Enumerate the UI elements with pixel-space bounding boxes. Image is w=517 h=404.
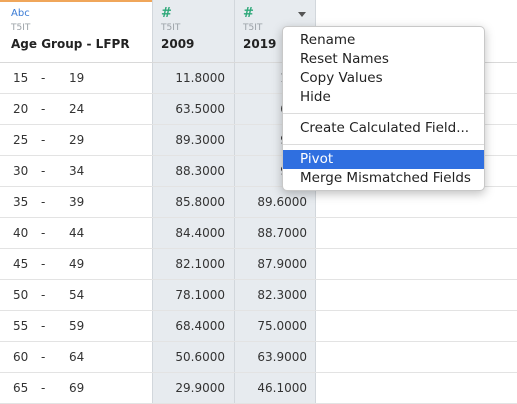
value-2019-cell[interactable]: 89.6000 — [235, 187, 307, 217]
value-2009-cell[interactable]: 84.4000 — [153, 218, 225, 248]
age-separator: - — [41, 226, 46, 240]
age-low: 25 — [13, 133, 29, 147]
menu-item-hide[interactable]: Hide — [283, 88, 484, 107]
string-type-icon: Abc — [11, 8, 30, 19]
age-high: 39 — [69, 195, 85, 209]
age-high: 24 — [69, 102, 85, 116]
menu-item-reset-names[interactable]: Reset Names — [283, 50, 484, 69]
age-low: 45 — [13, 257, 29, 271]
age-high: 19 — [69, 71, 85, 85]
value-2019-cell[interactable]: 87.9000 — [235, 249, 307, 279]
value-2009-cell[interactable]: 85.8000 — [153, 187, 225, 217]
source-label: T5IT — [11, 23, 31, 33]
age-separator: - — [41, 350, 46, 364]
age-group-cell[interactable]: 20- 24 — [13, 94, 153, 124]
age-separator: - — [41, 133, 46, 147]
value-2019-cell[interactable]: 63.9000 — [235, 342, 307, 372]
age-high: 44 — [69, 226, 85, 240]
value-2019-cell[interactable]: 75.0000 — [235, 311, 307, 341]
age-group-cell[interactable]: 15- 19 — [13, 63, 153, 93]
context-menu: Rename Reset Names Copy Values Hide Create C… — [282, 26, 485, 191]
value-2009-cell[interactable]: 89.3000 — [153, 125, 225, 155]
age-separator: - — [41, 195, 46, 209]
age-separator: - — [41, 257, 46, 271]
age-low: 50 — [13, 288, 29, 302]
table-row: 55- 59 68.4000 75.0000 — [0, 311, 517, 342]
age-group-cell[interactable]: 60- 64 — [13, 342, 153, 372]
age-high: 64 — [69, 350, 85, 364]
menu-item-rename[interactable]: Rename — [283, 31, 484, 50]
menu-separator — [283, 144, 484, 145]
age-separator: - — [41, 319, 46, 333]
menu-item-merge-mismatched-fields[interactable]: Merge Mismatched Fields — [283, 169, 484, 188]
value-2009-cell[interactable]: 63.5000 — [153, 94, 225, 124]
age-low: 20 — [13, 102, 29, 116]
age-group-cell[interactable]: 40- 44 — [13, 218, 153, 248]
menu-item-pivot[interactable]: Pivot — [283, 150, 484, 169]
table-row: 40- 44 84.4000 88.7000 — [0, 218, 517, 249]
age-group-cell[interactable]: 45- 49 — [13, 249, 153, 279]
age-group-cell[interactable]: 65- 69 — [13, 373, 153, 403]
number-type-icon: # — [161, 6, 172, 21]
header-age-group[interactable]: Abc T5IT Age Group - LFPR — [0, 0, 152, 62]
menu-item-copy-values[interactable]: Copy Values — [283, 69, 484, 88]
value-2009-cell[interactable]: 50.6000 — [153, 342, 225, 372]
age-low: 35 — [13, 195, 29, 209]
menu-separator — [283, 113, 484, 114]
age-high: 34 — [69, 164, 85, 178]
age-separator: - — [41, 102, 46, 116]
age-group-cell[interactable]: 50- 54 — [13, 280, 153, 310]
value-2009-cell[interactable]: 68.4000 — [153, 311, 225, 341]
table-row: 35- 39 85.8000 89.6000 — [0, 187, 517, 218]
field-name: 2009 — [161, 37, 195, 51]
age-separator: - — [41, 381, 46, 395]
table-row: 45- 49 82.1000 87.9000 — [0, 249, 517, 280]
age-low: 15 — [13, 71, 29, 85]
source-label: T5IT — [161, 23, 181, 33]
value-2019-cell[interactable]: 46.1000 — [235, 373, 307, 403]
age-high: 69 — [69, 381, 85, 395]
field-name: Age Group - LFPR — [11, 37, 130, 51]
menu-item-create-calculated-field[interactable]: Create Calculated Field... — [283, 119, 484, 138]
value-2019-cell[interactable]: 88.7000 — [235, 218, 307, 248]
value-2019-cell[interactable]: 82.3000 — [235, 280, 307, 310]
age-high: 29 — [69, 133, 85, 147]
table-row: 60- 64 50.6000 63.9000 — [0, 342, 517, 373]
value-2009-cell[interactable]: 78.1000 — [153, 280, 225, 310]
table-row: 50- 54 78.1000 82.3000 — [0, 280, 517, 311]
age-low: 60 — [13, 350, 29, 364]
header-2009[interactable]: # T5IT 2009 — [153, 0, 233, 62]
value-2009-cell[interactable]: 29.9000 — [153, 373, 225, 403]
age-high: 54 — [69, 288, 85, 302]
age-group-cell[interactable]: 25- 29 — [13, 125, 153, 155]
value-2009-cell[interactable]: 88.3000 — [153, 156, 225, 186]
age-group-cell[interactable]: 55- 59 — [13, 311, 153, 341]
value-2009-cell[interactable]: 11.8000 — [153, 63, 225, 93]
age-high: 59 — [69, 319, 85, 333]
age-low: 65 — [13, 381, 29, 395]
age-separator: - — [41, 164, 46, 178]
table-row: 65- 69 29.9000 46.1000 — [0, 373, 517, 404]
age-separator: - — [41, 71, 46, 85]
age-group-cell[interactable]: 30- 34 — [13, 156, 153, 186]
chevron-down-icon[interactable] — [298, 12, 306, 17]
age-low: 30 — [13, 164, 29, 178]
age-high: 49 — [69, 257, 85, 271]
age-group-cell[interactable]: 35- 39 — [13, 187, 153, 217]
age-separator: - — [41, 288, 46, 302]
age-low: 40 — [13, 226, 29, 240]
value-2009-cell[interactable]: 82.1000 — [153, 249, 225, 279]
age-low: 55 — [13, 319, 29, 333]
